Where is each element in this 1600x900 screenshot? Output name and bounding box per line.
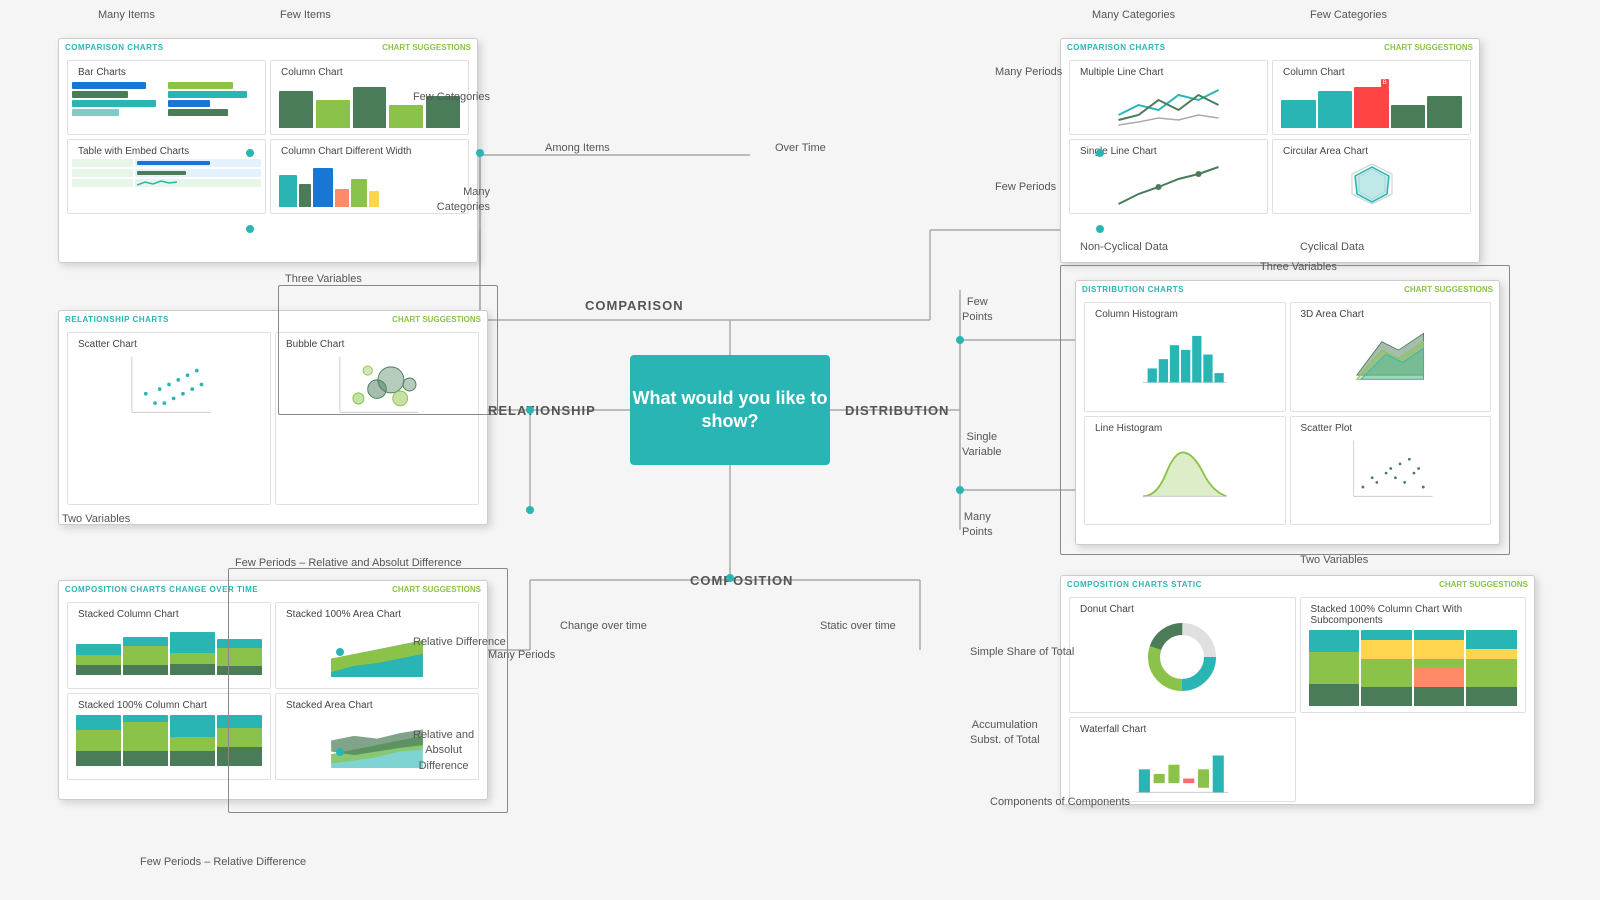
over-time-label: Over Time [775,142,826,154]
node-many-periods-comp [336,648,344,656]
comparison-top-right-card: COMPARISON CHARTS CHART SUGGESTIONS Mult… [1060,38,1480,263]
node-two-vars [526,506,534,514]
two-variables-label: Two Variables [62,512,130,527]
waterfall-title: Waterfall Chart [1074,722,1291,737]
relative-absolut-label: Relative andAbsolutDifference [413,728,474,774]
change-over-time-label: Change over time [560,620,647,632]
col-diff-width-title: Column Chart Different Width [275,144,464,159]
bar-charts-title: Bar Charts [72,65,261,80]
node-relationship [526,406,534,414]
node-few-points [956,336,964,344]
accumulation-label: AccumulationSubst. of Total [970,718,1040,749]
few-categories-label: Few Categories [410,90,490,105]
center-text: What would you like to show? [630,387,830,434]
relative-diff-label: Relative Difference [413,635,506,650]
few-items-label: Few Items [280,8,331,23]
three-variables-label: Three Variables [285,272,362,287]
center-question-box: What would you like to show? [630,355,830,465]
few-periods-absolute-label: Few Periods – Relative and Absolut Diffe… [235,556,462,571]
simple-share-label: Simple Share of Total [970,645,1074,660]
two-variables-dist-label: Two Variables [1300,553,1368,568]
donut-chart-title: Donut Chart [1074,602,1291,617]
node-few-periods-comp [336,748,344,756]
few-categories-label-tr: Few Categories [1310,8,1387,23]
node-many-points [956,486,964,494]
node-few-items [246,149,254,157]
many-categories-label: Many Categories [410,185,490,216]
single-variable-label: SingleVariable [962,430,1002,461]
card-suggestion-right: CHART SUGGESTIONS [1384,43,1473,52]
cyclical-label: Cyclical Data [1300,240,1364,255]
node-among-items [476,149,484,157]
card-type-comparison: COMPARISON CHARTS [65,43,164,52]
few-periods-tr-label: Few Periods [995,180,1056,195]
card-suggestion-comp-right: CHART SUGGESTIONS [1439,580,1528,589]
composition-right-card: COMPOSITION CHARTS STATIC CHART SUGGESTI… [1060,575,1535,805]
relationship-label: RELATIONSHIP [488,403,596,418]
distribution-label: DISTRIBUTION [845,403,949,418]
column-chart-title: Column Chart [275,65,464,80]
card-suggestion: CHART SUGGESTIONS [382,43,471,52]
node-over-time [1096,149,1104,157]
non-cyclical-label: Non-Cyclical Data [1080,240,1168,255]
few-periods-relative-label: Few Periods – Relative Difference [140,855,306,870]
col-chart-right-title: Column Chart [1277,65,1466,80]
diagram-container: What would you like to show? COMPARISON … [0,0,1600,900]
node-many-categories [246,225,254,233]
many-items-label: Many Items [98,8,155,23]
composition-bracket [228,568,508,813]
multi-line-title: Multiple Line Chart [1074,65,1263,80]
node-composition [726,574,734,582]
card-type-comparison-right: COMPARISON CHARTS [1067,43,1166,52]
circular-area-title: Circular Area Chart [1277,144,1466,159]
card-type-composition-right: COMPOSITION CHARTS STATIC [1067,580,1202,589]
distribution-bracket [1060,265,1510,555]
many-points-label: ManyPoints [962,510,993,541]
scatter-chart-title: Scatter Chart [72,337,266,352]
many-categories-label-tr: Many Categories [1092,8,1175,23]
table-embed-title: Table with Embed Charts [72,144,261,159]
stacked-sub-title: Stacked 100% Column Chart With Subcompon… [1305,602,1522,628]
components-label: Components of Components [990,795,1130,810]
among-items-label: Among Items [545,142,610,154]
many-periods-tr-label: Many Periods [995,65,1062,80]
three-variables-dist-label: Three Variables [1260,260,1337,275]
comparison-top-left-card: COMPARISON CHARTS CHART SUGGESTIONS Bar … [58,38,478,263]
composition-label: COMPOSITION [690,573,793,588]
comparison-label: COMPARISON [585,298,684,313]
static-over-time-label: Static over time [820,620,896,632]
card-type-relationship: RELATIONSHIP CHARTS [65,315,169,324]
node-few-periods [1096,225,1104,233]
three-variables-bracket [278,285,498,415]
few-points-label: FewPoints [962,295,993,326]
